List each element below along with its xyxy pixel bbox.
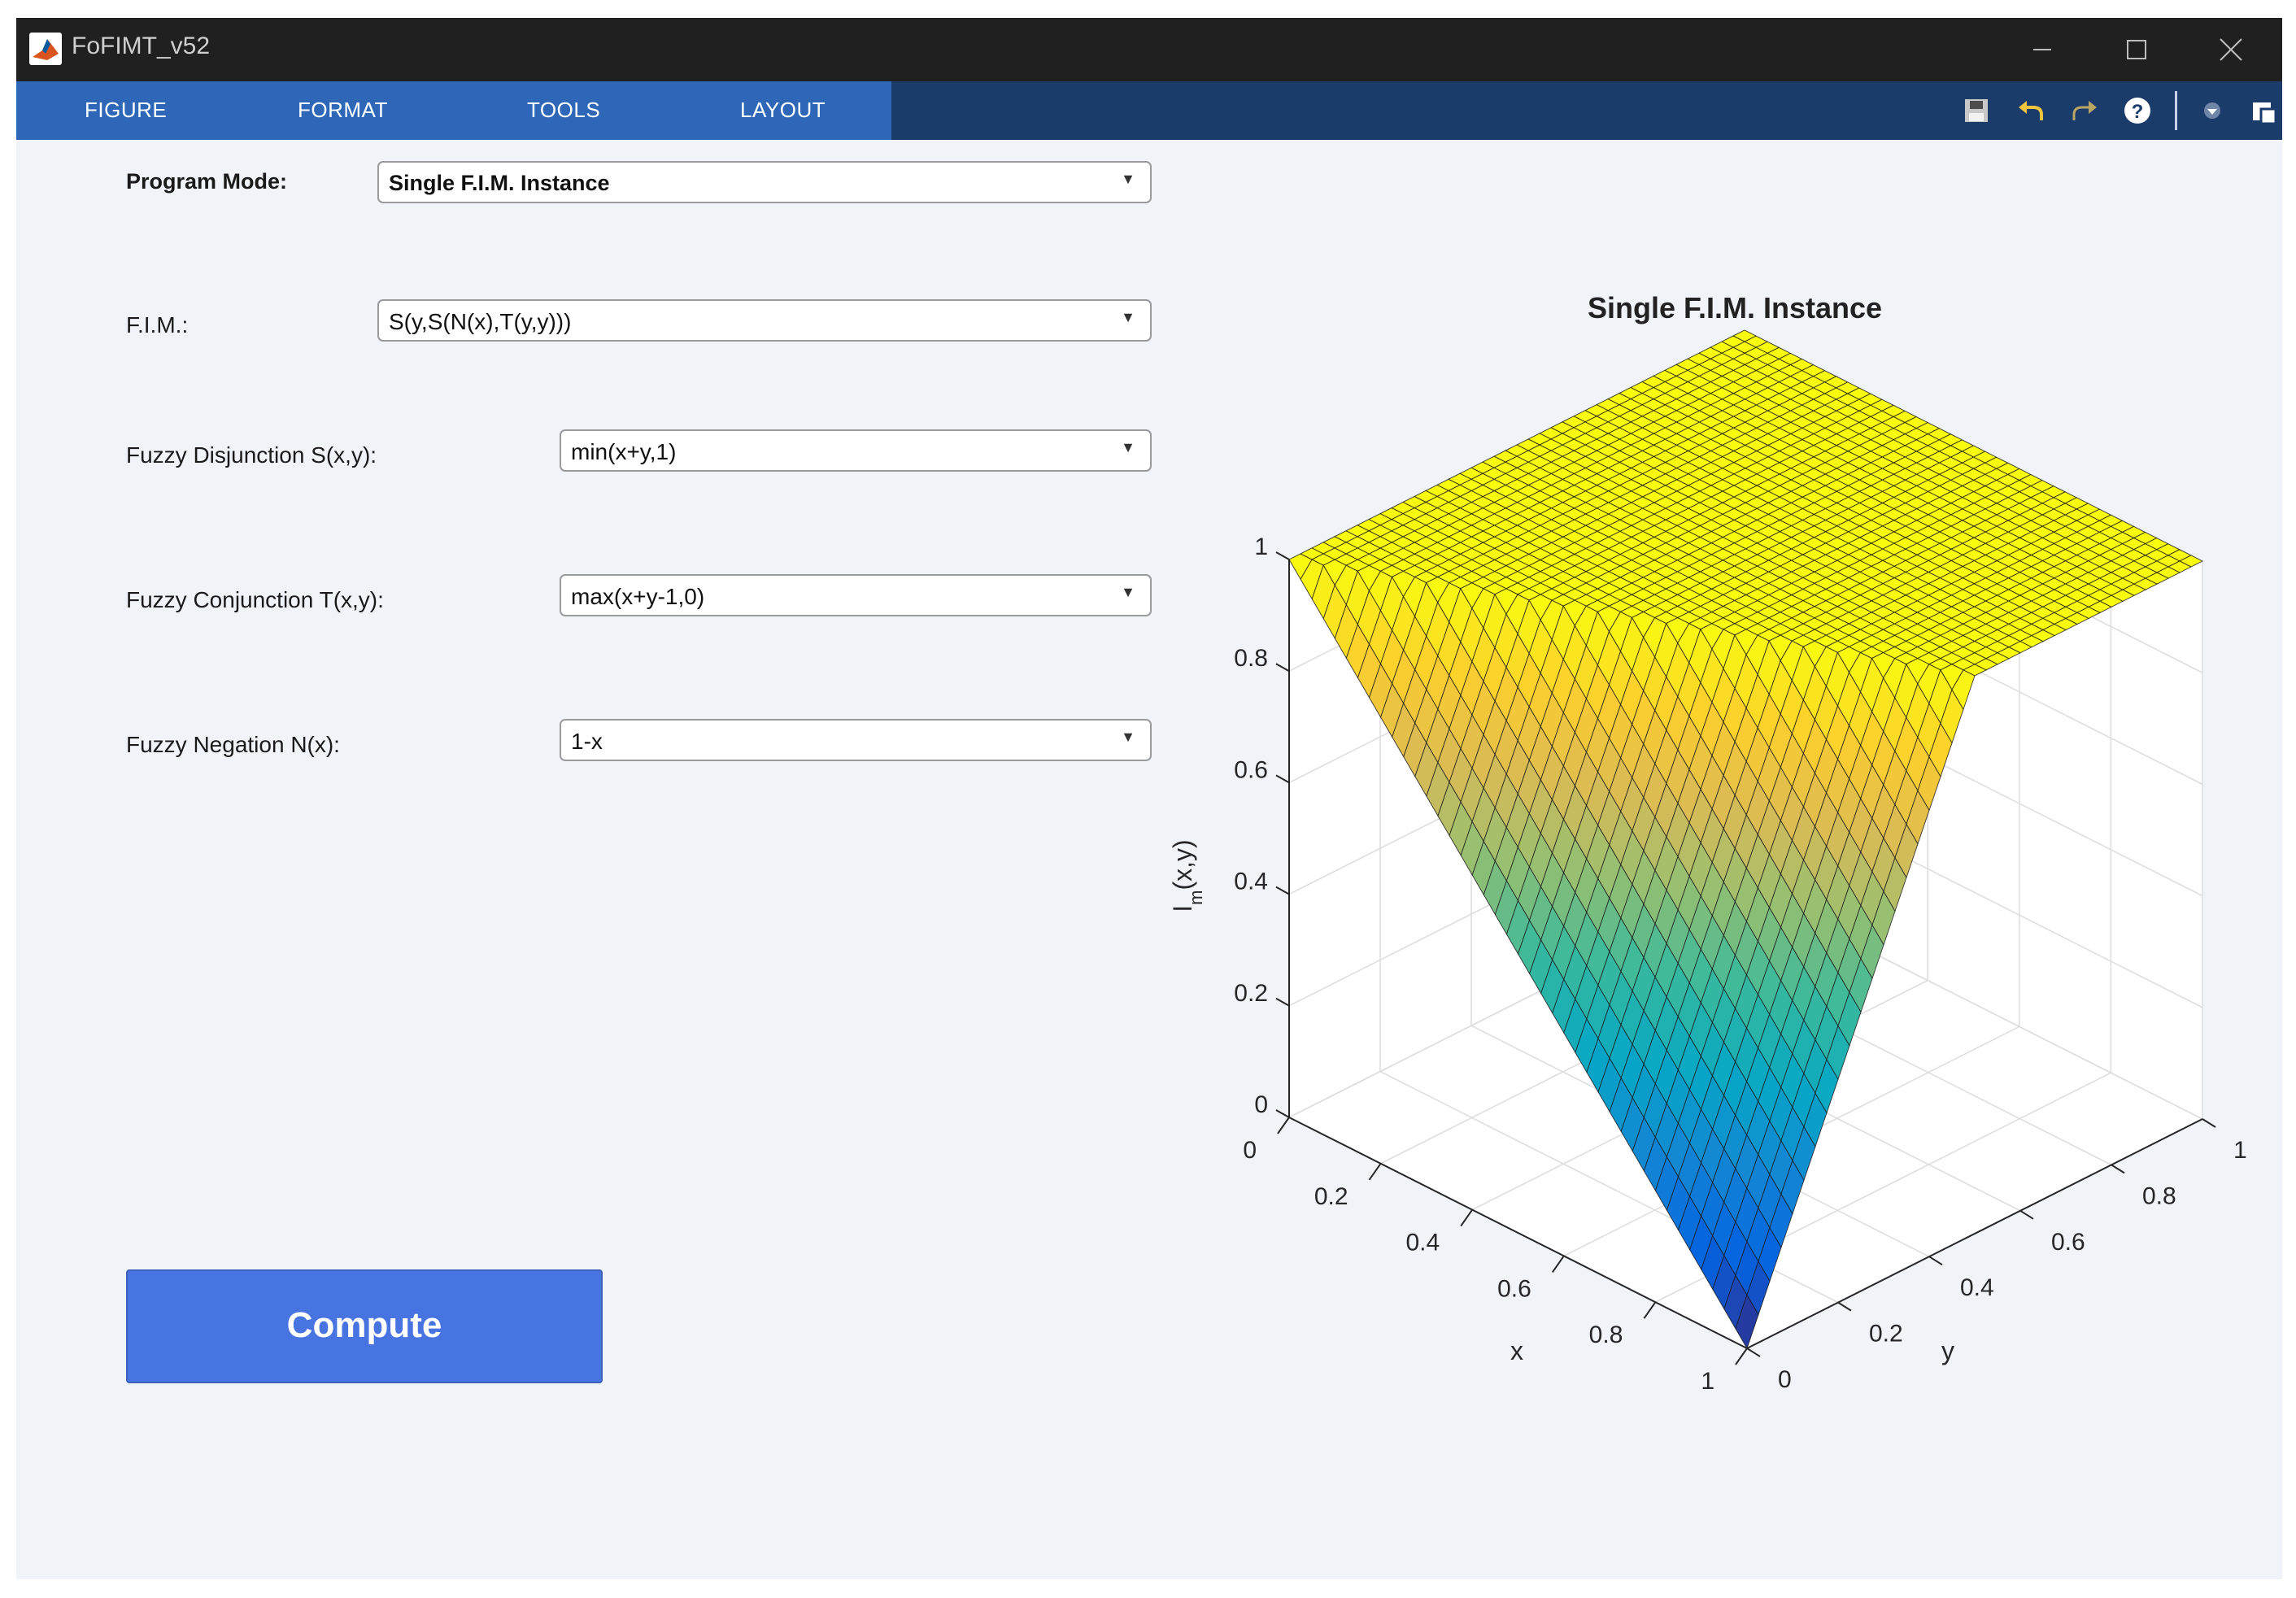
save-icon[interactable] bbox=[1960, 94, 1993, 127]
z-tick-mark bbox=[1275, 663, 1290, 673]
x-tick-label: 0.6 bbox=[1497, 1275, 1531, 1302]
chevron-down-icon: ▼ bbox=[1121, 729, 1135, 745]
y-tick-mark bbox=[2019, 1209, 2034, 1220]
z-tick-mark bbox=[1275, 1109, 1290, 1118]
app-window: FoFIMT_v52 FIGURE FORMAT TOOLS LAYOUT ? bbox=[16, 18, 2282, 1579]
tab-figure[interactable]: FIGURE bbox=[85, 98, 167, 123]
x-tick-label: 0 bbox=[1243, 1137, 1257, 1164]
x-tick-mark bbox=[1643, 1301, 1657, 1319]
z-tick-label: 0.2 bbox=[1234, 980, 1268, 1007]
y-tick-label: 0.8 bbox=[2142, 1182, 2176, 1209]
undo-icon[interactable] bbox=[2015, 94, 2048, 127]
y-tick-mark bbox=[1837, 1301, 1852, 1312]
x-tick-mark bbox=[1368, 1163, 1382, 1181]
svg-text:?: ? bbox=[2132, 101, 2144, 123]
conjunction-dropdown[interactable]: max(x+y-1,0) ▼ bbox=[560, 574, 1152, 616]
compute-button[interactable]: Compute bbox=[126, 1269, 603, 1383]
toolbar-divider bbox=[2175, 91, 2177, 130]
program-mode-dropdown[interactable]: Single F.I.M. Instance ▼ bbox=[377, 161, 1152, 203]
z-tick-mark bbox=[1275, 551, 1290, 560]
z-tick-label: 0.6 bbox=[1234, 756, 1268, 783]
disjunction-value: min(x+y,1) bbox=[571, 439, 677, 464]
toolstrip: FIGURE FORMAT TOOLS LAYOUT ? bbox=[16, 81, 2282, 140]
y-tick-label: 0.2 bbox=[1869, 1321, 1903, 1348]
fim-value: S(y,S(N(x),T(y,y))) bbox=[389, 309, 572, 334]
conjunction-value: max(x+y-1,0) bbox=[571, 584, 705, 609]
close-icon[interactable] bbox=[2206, 28, 2255, 72]
negation-value: 1-x bbox=[571, 729, 603, 754]
y-axis-label: y bbox=[1941, 1336, 1954, 1365]
x-tick-label: 1 bbox=[1701, 1368, 1714, 1395]
minimize-icon[interactable] bbox=[2017, 28, 2066, 72]
z-axis-label: Im(x,y) bbox=[1168, 839, 1206, 912]
x-tick-label: 0.4 bbox=[1405, 1230, 1440, 1256]
x-tick-label: 0.8 bbox=[1589, 1322, 1623, 1348]
redo-icon[interactable] bbox=[2067, 94, 2100, 127]
toolstrip-tabs: FIGURE FORMAT TOOLS LAYOUT bbox=[16, 81, 891, 140]
maximize-icon[interactable] bbox=[2111, 28, 2160, 72]
z-tick-mark bbox=[1275, 997, 1290, 1007]
fim-label: F.I.M.: bbox=[126, 312, 189, 337]
z-tick-label: 1 bbox=[1254, 533, 1268, 560]
disjunction-dropdown[interactable]: min(x+y,1) ▼ bbox=[560, 429, 1152, 472]
compute-button-label: Compute bbox=[286, 1305, 442, 1345]
y-tick-mark bbox=[2202, 1118, 2216, 1128]
x-tick-mark bbox=[1551, 1255, 1565, 1273]
y-tick-mark bbox=[1746, 1348, 1761, 1357]
tab-format[interactable]: FORMAT bbox=[298, 98, 388, 123]
tab-layout[interactable]: LAYOUT bbox=[740, 98, 826, 123]
negation-label: Fuzzy Negation N(x): bbox=[126, 732, 340, 757]
x-tick-label: 0.2 bbox=[1314, 1183, 1348, 1210]
chevron-down-icon: ▼ bbox=[1121, 171, 1135, 187]
tab-tools[interactable]: TOOLS bbox=[527, 98, 600, 123]
x-tick-mark bbox=[1277, 1117, 1290, 1134]
undock-icon[interactable] bbox=[2248, 94, 2281, 127]
help-icon[interactable]: ? bbox=[2121, 94, 2154, 127]
surface-plot[interactable]: Single F.I.M. Instance 0 0.2 0.4 0.6 0.8 1 0 0.… bbox=[1139, 262, 2253, 1433]
matlab-icon bbox=[29, 33, 62, 65]
program-mode-value: Single F.I.M. Instance bbox=[389, 171, 610, 195]
z-tick-mark bbox=[1275, 774, 1290, 784]
conjunction-label: Fuzzy Conjunction T(x,y): bbox=[126, 587, 384, 612]
y-tick-mark bbox=[1928, 1256, 1943, 1266]
program-mode-label: Program Mode: bbox=[126, 169, 288, 194]
title-bar: FoFIMT_v52 bbox=[16, 18, 2282, 81]
y-tick-label: 1 bbox=[2233, 1137, 2247, 1164]
y-tick-label: 0.6 bbox=[2051, 1229, 2085, 1256]
chevron-down-icon: ▼ bbox=[1121, 439, 1135, 455]
chevron-down-icon: ▼ bbox=[1121, 309, 1135, 325]
fim-dropdown[interactable]: S(y,S(N(x),T(y,y))) ▼ bbox=[377, 299, 1152, 342]
plot-title: Single F.I.M. Instance bbox=[1588, 291, 1882, 324]
y-tick-mark bbox=[2111, 1164, 2125, 1174]
dropdown-icon[interactable] bbox=[2196, 94, 2228, 127]
chevron-down-icon: ▼ bbox=[1121, 584, 1135, 600]
z-tick-mark bbox=[1275, 886, 1290, 895]
z-tick-label: 0.8 bbox=[1234, 645, 1268, 672]
z-tick-label: 0 bbox=[1254, 1091, 1268, 1118]
y-tick-label: 0 bbox=[1778, 1366, 1792, 1393]
disjunction-label: Fuzzy Disjunction S(x,y): bbox=[126, 442, 377, 468]
z-tick-label: 0.4 bbox=[1234, 869, 1268, 895]
negation-dropdown[interactable]: 1-x ▼ bbox=[560, 719, 1152, 761]
x-axis-label: x bbox=[1510, 1336, 1523, 1365]
window-title: FoFIMT_v52 bbox=[72, 33, 211, 59]
y-tick-label: 0.4 bbox=[1960, 1274, 1994, 1301]
x-tick-mark bbox=[1735, 1348, 1748, 1365]
x-tick-mark bbox=[1460, 1209, 1474, 1227]
